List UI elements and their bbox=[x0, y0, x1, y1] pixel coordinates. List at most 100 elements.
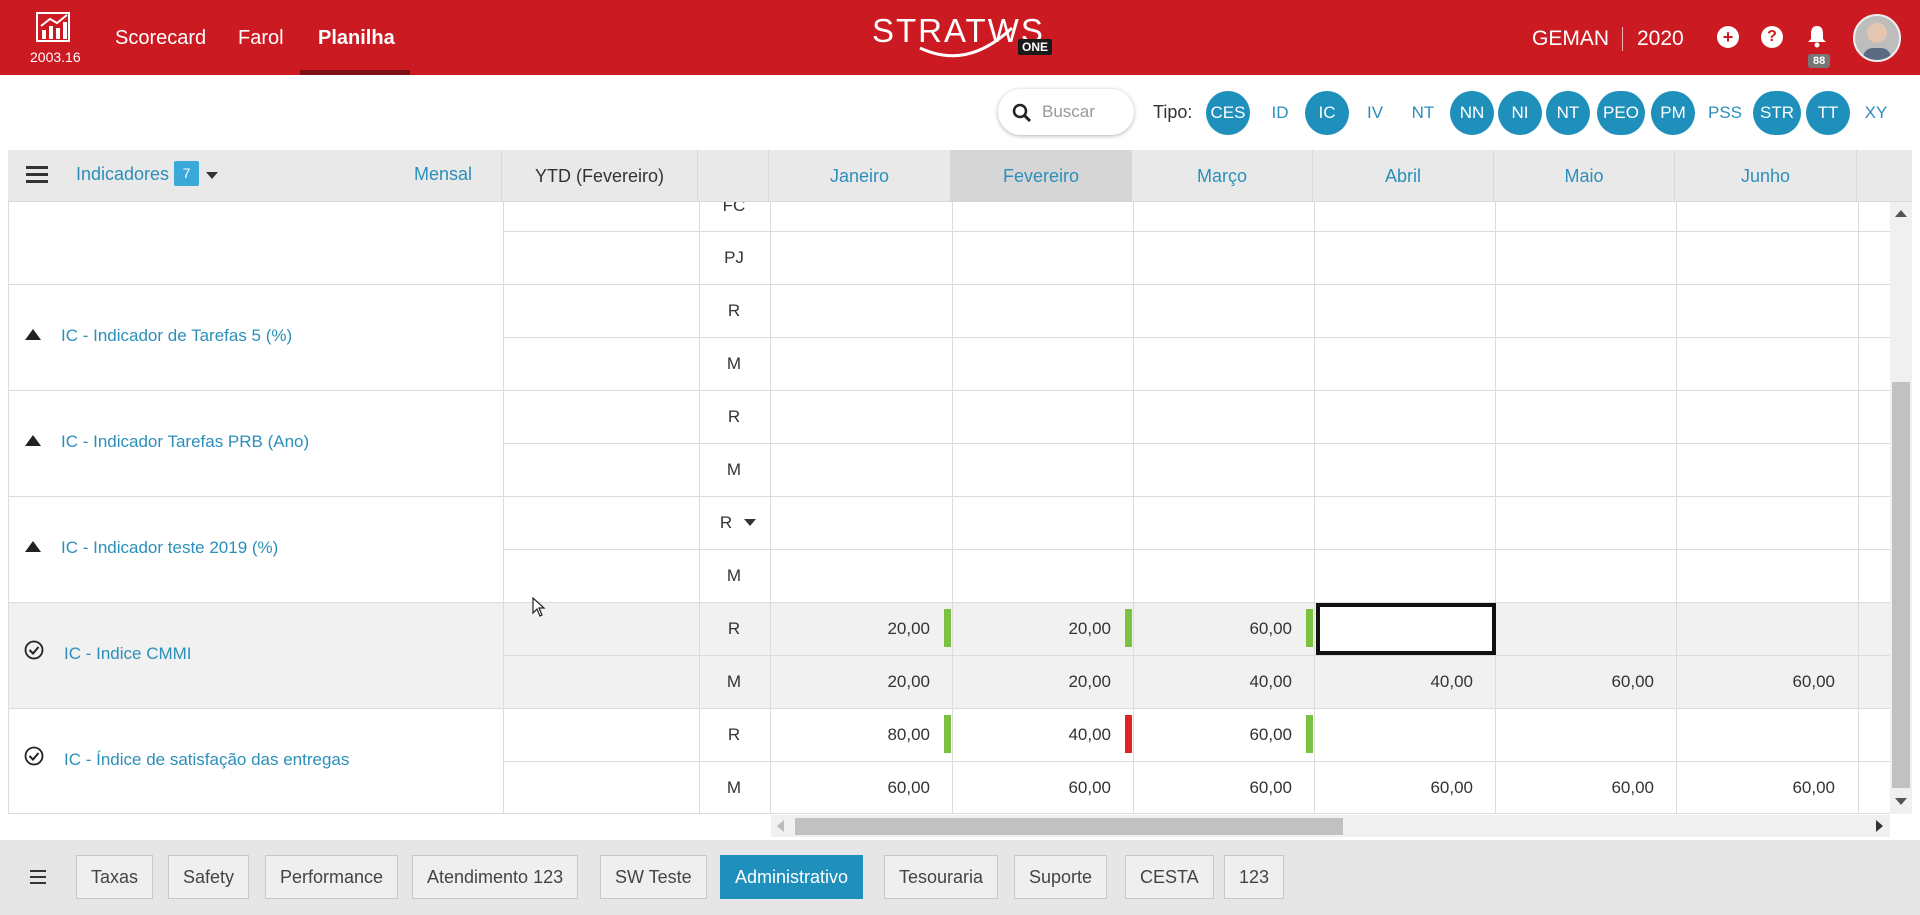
tipo-filter-nt-2[interactable]: NT bbox=[1546, 91, 1590, 135]
tipo-filter-ic[interactable]: IC bbox=[1305, 91, 1349, 135]
status-flag-green bbox=[944, 609, 951, 647]
status-flag-green bbox=[1125, 609, 1132, 647]
version-label: 2003.16 bbox=[30, 49, 81, 65]
row-divider bbox=[9, 284, 1890, 285]
indicator-name[interactable]: IC - Indicador teste 2019 (%) bbox=[61, 538, 278, 558]
cell-value[interactable]: 40,00 bbox=[1333, 672, 1473, 692]
tab-cesta[interactable]: CESTA bbox=[1125, 855, 1214, 899]
tipo-filter-str[interactable]: STR bbox=[1753, 91, 1801, 135]
cell-value[interactable]: 60,00 bbox=[971, 778, 1111, 798]
tipo-filter-iv[interactable]: IV bbox=[1353, 91, 1397, 135]
tab-administrativo[interactable]: Administrativo bbox=[720, 855, 864, 899]
mouse-cursor-icon bbox=[532, 597, 546, 617]
tab-sw-teste[interactable]: SW Teste bbox=[600, 855, 707, 899]
org-selector[interactable]: GEMAN bbox=[1532, 27, 1609, 51]
search-input[interactable] bbox=[1042, 101, 1126, 123]
month-header-marco[interactable]: Março bbox=[1132, 150, 1313, 202]
col-divider bbox=[699, 202, 700, 814]
horizontal-scroll-thumb[interactable] bbox=[795, 818, 1343, 835]
scroll-up-icon[interactable] bbox=[1895, 210, 1907, 217]
tab-safety[interactable]: Safety bbox=[168, 855, 250, 899]
scroll-right-icon[interactable] bbox=[1876, 820, 1883, 832]
cell-value[interactable]: 60,00 bbox=[1333, 778, 1473, 798]
period-selector[interactable]: Mensal bbox=[414, 164, 472, 185]
search-box[interactable] bbox=[998, 89, 1134, 135]
cell-value[interactable]: 60,00 bbox=[1152, 778, 1292, 798]
row-type-label: R bbox=[727, 725, 741, 744]
cell-value[interactable]: 60,00 bbox=[1152, 619, 1292, 639]
tipo-filter-peo[interactable]: PEO bbox=[1597, 91, 1645, 135]
tipo-filter-id[interactable]: ID bbox=[1258, 91, 1302, 135]
cell-value[interactable]: 60,00 bbox=[790, 778, 930, 798]
cell-value[interactable]: 20,00 bbox=[971, 619, 1111, 639]
tipo-filter-pm[interactable]: PM bbox=[1651, 91, 1695, 135]
bottom-tab-bar: Taxas Safety Performance Atendimento 123… bbox=[0, 840, 1920, 915]
tipo-filter-tt[interactable]: TT bbox=[1806, 91, 1850, 135]
tipo-filter-nn[interactable]: NN bbox=[1450, 91, 1494, 135]
tab-suporte[interactable]: Suporte bbox=[1014, 855, 1108, 899]
cell-value[interactable]: 40,00 bbox=[1152, 672, 1292, 692]
horizontal-scrollbar[interactable] bbox=[771, 815, 1890, 837]
month-header-janeiro[interactable]: Janeiro bbox=[769, 150, 951, 202]
cell-value[interactable]: 40,00 bbox=[971, 725, 1111, 745]
help-icon[interactable]: ? bbox=[1761, 26, 1783, 48]
row-type-label: M bbox=[726, 778, 742, 797]
status-flag-green bbox=[1306, 715, 1313, 753]
cell-value[interactable]: 20,00 bbox=[790, 619, 930, 639]
tipo-filter-ni[interactable]: NI bbox=[1498, 91, 1542, 135]
month-header-fevereiro[interactable]: Fevereiro bbox=[951, 150, 1132, 202]
indicadores-caret-icon[interactable] bbox=[206, 172, 218, 179]
cell-value[interactable]: 80,00 bbox=[790, 725, 930, 745]
user-avatar[interactable] bbox=[1853, 14, 1901, 62]
bell-icon[interactable] bbox=[1806, 24, 1828, 48]
vertical-scrollbar[interactable] bbox=[1890, 202, 1912, 814]
tipo-filter-xy[interactable]: XY bbox=[1854, 91, 1898, 135]
tab-123[interactable]: 123 bbox=[1224, 855, 1285, 899]
check-circle-icon bbox=[24, 746, 44, 766]
row-type-label: R bbox=[727, 619, 741, 638]
tab-taxas[interactable]: Taxas bbox=[76, 855, 154, 899]
chart-logo-icon[interactable] bbox=[36, 12, 70, 42]
row-type-caret-icon[interactable] bbox=[744, 519, 756, 526]
month-header-maio[interactable]: Maio bbox=[1494, 150, 1675, 202]
indicator-name[interactable]: IC - Indice CMMI bbox=[64, 644, 192, 664]
triangle-up-icon bbox=[25, 541, 41, 552]
col-divider bbox=[770, 202, 771, 814]
tab-tesouraria[interactable]: Tesouraria bbox=[884, 855, 999, 899]
scroll-left-icon[interactable] bbox=[777, 820, 784, 832]
row-type-label: PJ bbox=[724, 248, 744, 267]
cell-value[interactable]: 60,00 bbox=[1514, 778, 1654, 798]
cell-value[interactable]: 60,00 bbox=[1514, 672, 1654, 692]
scroll-down-icon[interactable] bbox=[1895, 798, 1907, 805]
indicator-name[interactable]: IC - Indicador Tarefas PRB (Ano) bbox=[61, 432, 309, 452]
vertical-scroll-thumb[interactable] bbox=[1892, 382, 1910, 788]
check-circle-icon bbox=[24, 640, 44, 660]
cell-value[interactable]: 60,00 bbox=[1695, 672, 1835, 692]
cell-value[interactable]: 20,00 bbox=[790, 672, 930, 692]
row-divider bbox=[9, 390, 1890, 391]
selected-cell-input[interactable] bbox=[1316, 603, 1496, 655]
plus-icon[interactable]: + bbox=[1717, 26, 1739, 48]
nav-planilha[interactable]: Planilha bbox=[318, 27, 395, 50]
tab-atendimento-123[interactable]: Atendimento 123 bbox=[412, 855, 579, 899]
indicator-name[interactable]: IC - Índice de satisfação das entregas bbox=[64, 750, 349, 770]
tipo-filter-nt[interactable]: NT bbox=[1401, 91, 1445, 135]
indicator-name[interactable]: IC - Indicador de Tarefas 5 (%) bbox=[61, 326, 292, 346]
nav-farol[interactable]: Farol bbox=[238, 27, 284, 50]
month-header-abril[interactable]: Abril bbox=[1313, 150, 1494, 202]
tipo-filter-pss[interactable]: PSS bbox=[1702, 91, 1748, 135]
month-header-junho[interactable]: Junho bbox=[1675, 150, 1857, 202]
footer-menu-icon[interactable] bbox=[30, 870, 46, 884]
grid-menu-icon[interactable] bbox=[26, 166, 48, 184]
cell-value[interactable]: 60,00 bbox=[1695, 778, 1835, 798]
tipo-filter-ces[interactable]: CES bbox=[1206, 91, 1250, 135]
nav-scorecard[interactable]: Scorecard bbox=[115, 27, 206, 50]
row-type-label: M bbox=[726, 460, 742, 479]
cell-value[interactable]: 20,00 bbox=[971, 672, 1111, 692]
tab-performance[interactable]: Performance bbox=[265, 855, 399, 899]
triangle-up-icon bbox=[25, 329, 41, 340]
year-selector[interactable]: 2020 bbox=[1637, 27, 1684, 51]
col-divider bbox=[1858, 202, 1859, 814]
indicadores-dropdown[interactable]: Indicadores bbox=[76, 164, 169, 185]
cell-value[interactable]: 60,00 bbox=[1152, 725, 1292, 745]
